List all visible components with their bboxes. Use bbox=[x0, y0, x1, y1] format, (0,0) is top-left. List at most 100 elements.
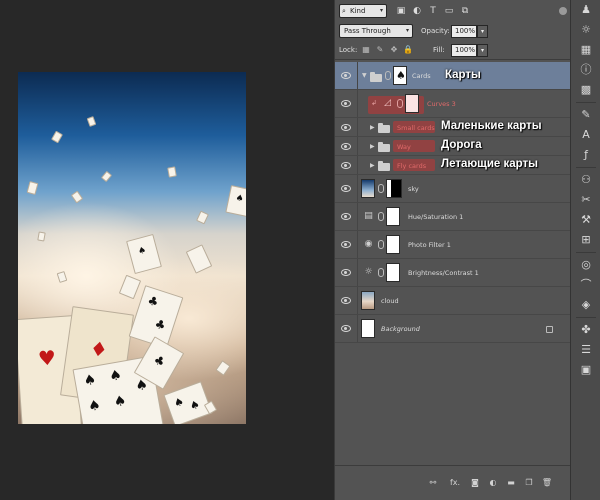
fill-input[interactable]: 100% bbox=[451, 44, 477, 57]
layer-name-curves-3[interactable]: Curves 3 bbox=[427, 100, 456, 108]
fx-icon[interactable]: fx. bbox=[447, 478, 463, 488]
filter-shape-icon[interactable]: ▭ bbox=[443, 5, 455, 17]
visibility-eye-icon[interactable] bbox=[341, 297, 351, 304]
fx-panel-icon[interactable]: ƒ bbox=[578, 148, 594, 162]
paths-icon[interactable]: ⌒ bbox=[578, 278, 594, 292]
layer-row-brightness-contrast-1[interactable]: ☼ Brightness/Contrast 1 bbox=[335, 259, 571, 287]
visibility-eye-icon[interactable] bbox=[341, 143, 351, 150]
fill-label: Fill: bbox=[433, 46, 445, 54]
layer-name-cards[interactable]: Cards bbox=[412, 72, 431, 80]
layer-mask-thumbnail[interactable]: ♠ bbox=[393, 66, 407, 85]
brush-icon[interactable]: ✎ bbox=[578, 108, 594, 122]
layer-name-brightness-contrast-1[interactable]: Brightness/Contrast 1 bbox=[408, 269, 479, 277]
layer-name-fly-cards[interactable]: Fly cards bbox=[397, 162, 426, 170]
layer-row-sky[interactable]: sky bbox=[335, 175, 571, 203]
mask-link-icon[interactable] bbox=[397, 99, 403, 108]
layer-name-small-cards[interactable]: Small cards bbox=[397, 124, 435, 132]
layer-name-way[interactable]: Way bbox=[397, 143, 411, 151]
layer-name-sky[interactable]: sky bbox=[408, 185, 419, 193]
visibility-eye-icon[interactable] bbox=[341, 269, 351, 276]
timeline-icon[interactable]: ▣ bbox=[578, 363, 594, 377]
lock-all-icon[interactable]: 🔒 bbox=[403, 45, 413, 55]
lock-transparent-icon[interactable]: ▦ bbox=[361, 45, 371, 55]
info-icon[interactable]: ⓘ bbox=[578, 63, 594, 77]
expand-triangle-icon[interactable]: ▶ bbox=[370, 162, 375, 169]
layer-comps-icon[interactable]: ☰ bbox=[578, 343, 594, 357]
layer-name-photo-filter-1[interactable]: Photo Filter 1 bbox=[408, 241, 451, 249]
layer-row-background[interactable]: Background bbox=[335, 315, 571, 343]
layer-row-small-cards[interactable]: ▶ Small cards Маленькие карты bbox=[335, 118, 571, 137]
expand-triangle-icon[interactable]: ▼ bbox=[362, 72, 367, 79]
layer-name-hue-saturation-1[interactable]: Hue/Saturation 1 bbox=[408, 213, 463, 221]
layer-mask-thumbnail[interactable] bbox=[386, 235, 400, 254]
layer-row-fly-cards[interactable]: ▶ Fly cards Летающие карты bbox=[335, 156, 571, 175]
filter-pixel-icon[interactable]: ▣ bbox=[395, 5, 407, 17]
visibility-eye-icon[interactable] bbox=[341, 213, 351, 220]
color-icon[interactable]: ◎ bbox=[578, 258, 594, 272]
text-icon[interactable]: A bbox=[578, 128, 594, 142]
curves-icon: ◿ bbox=[384, 98, 391, 108]
visibility-eye-icon[interactable] bbox=[341, 162, 351, 169]
visibility-eye-icon[interactable] bbox=[341, 185, 351, 192]
filter-kind-select[interactable]: ⌕ Kind ▾ bbox=[339, 4, 387, 18]
brightness-contrast-icon: ☼ bbox=[364, 267, 373, 277]
group-icon[interactable]: ▬ bbox=[505, 478, 517, 488]
mask-link-icon[interactable] bbox=[378, 240, 384, 249]
lock-position-icon[interactable]: ✥ bbox=[389, 45, 399, 55]
layer-mask-thumbnail[interactable] bbox=[405, 94, 419, 113]
adjustments-icon[interactable]: ☼ bbox=[578, 23, 594, 37]
folder-icon bbox=[378, 161, 390, 171]
filter-smart-object-icon[interactable]: ⧉ bbox=[459, 5, 471, 17]
new-layer-icon[interactable]: ❐ bbox=[523, 478, 535, 488]
clone-icon[interactable]: ⚇ bbox=[578, 173, 594, 187]
layer-row-hue-saturation-1[interactable]: ▤ Hue/Saturation 1 bbox=[335, 203, 571, 231]
layer-thumbnail[interactable] bbox=[361, 319, 375, 338]
layer-row-cloud[interactable]: cloud bbox=[335, 287, 571, 315]
layer-name-cloud[interactable]: cloud bbox=[381, 297, 399, 305]
filter-type-icon[interactable]: T bbox=[427, 5, 439, 17]
layer-mask-thumbnail[interactable] bbox=[386, 263, 400, 282]
filter-adjustment-icon[interactable]: ◐ bbox=[411, 5, 423, 17]
adjustment-icon[interactable]: ◐ bbox=[487, 478, 499, 488]
document-canvas[interactable]: ♥ ♦ ♠ ♠ ♠ ♠ ♠ ♣ ♣ ♠ ♠ ♣ ♠ ♠ bbox=[18, 72, 246, 424]
brush-presets-icon[interactable]: ✤ bbox=[578, 323, 594, 337]
layers-panel-footer: ⚯ fx. ◙ ◐ ▬ ❐ 🗑 bbox=[335, 465, 571, 500]
scissors-icon[interactable]: ✂ bbox=[578, 193, 594, 207]
grid-icon[interactable]: ▩ bbox=[578, 83, 594, 97]
lock-image-icon[interactable]: ✎ bbox=[375, 45, 385, 55]
slider-icon[interactable]: ⊞ bbox=[578, 233, 594, 247]
expand-triangle-icon[interactable]: ▶ bbox=[370, 143, 375, 150]
blend-mode-select[interactable]: Pass Through ▾ bbox=[339, 24, 413, 38]
expand-triangle-icon[interactable]: ▶ bbox=[370, 124, 375, 131]
opacity-input[interactable]: 100% bbox=[451, 25, 477, 38]
layer-row-photo-filter-1[interactable]: ◉ Photo Filter 1 bbox=[335, 231, 571, 259]
channels-icon[interactable]: ◈ bbox=[578, 298, 594, 312]
layer-row-curves-3[interactable]: ↲ ◿ Curves 3 bbox=[335, 90, 571, 118]
trash-icon[interactable]: 🗑 bbox=[541, 478, 553, 488]
link-icon[interactable]: ⚯ bbox=[427, 478, 439, 488]
visibility-eye-icon[interactable] bbox=[341, 124, 351, 131]
mask-link-icon[interactable] bbox=[378, 268, 384, 277]
visibility-eye-icon[interactable] bbox=[341, 325, 351, 332]
layer-name-background[interactable]: Background bbox=[381, 325, 420, 333]
visibility-eye-icon[interactable] bbox=[341, 72, 351, 79]
layer-thumbnail[interactable] bbox=[361, 291, 375, 310]
visibility-eye-icon[interactable] bbox=[341, 241, 351, 248]
visibility-eye-icon[interactable] bbox=[341, 100, 351, 107]
layer-thumbnail[interactable] bbox=[361, 179, 375, 198]
layer-row-way[interactable]: ▶ Way Дорога bbox=[335, 137, 571, 156]
annotation-cards: Карты bbox=[445, 69, 481, 81]
layer-mask-thumbnail[interactable] bbox=[386, 207, 400, 226]
filter-toggle[interactable] bbox=[559, 7, 567, 15]
fill-dropdown-button[interactable]: ▾ bbox=[477, 44, 488, 57]
opacity-dropdown-button[interactable]: ▾ bbox=[477, 25, 488, 38]
layer-row-cards[interactable]: ▼ ♠ Cards Карты bbox=[335, 62, 571, 90]
mask-link-icon[interactable] bbox=[385, 71, 391, 80]
swatches-icon[interactable]: ▦ bbox=[578, 43, 594, 57]
mask-icon[interactable]: ◙ bbox=[469, 478, 481, 488]
layer-mask-thumbnail[interactable] bbox=[386, 179, 402, 198]
mask-link-icon[interactable] bbox=[378, 212, 384, 221]
history-icon[interactable]: ♟ bbox=[578, 3, 594, 17]
mask-link-icon[interactable] bbox=[378, 184, 384, 193]
tool-presets-icon[interactable]: ⚒ bbox=[578, 213, 594, 227]
